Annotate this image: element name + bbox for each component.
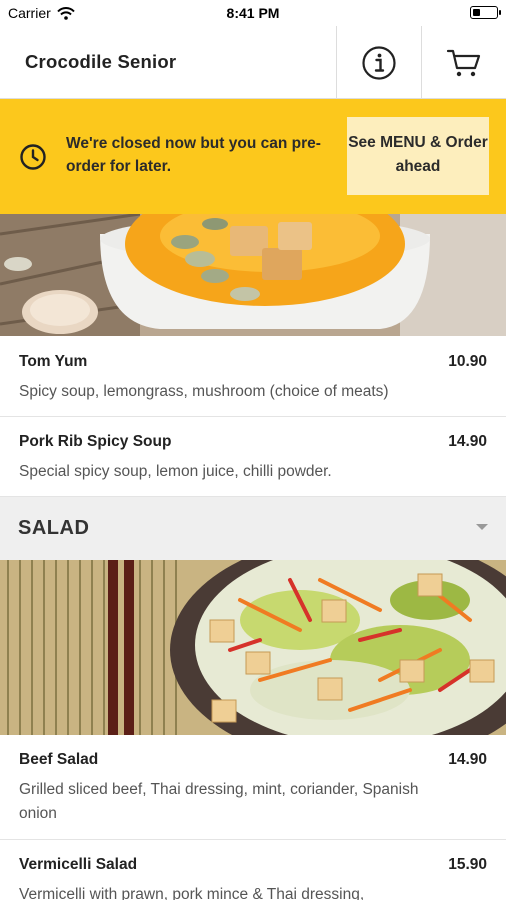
item-name: Pork Rib Spicy Soup	[19, 433, 172, 450]
info-button[interactable]	[336, 26, 420, 99]
soup-photo	[0, 214, 506, 336]
battery-level	[473, 9, 480, 16]
status-time: 8:41 PM	[226, 5, 280, 21]
soup-category-image	[0, 214, 506, 336]
cart-button[interactable]	[421, 26, 505, 99]
menu-item[interactable]: Pork Rib Spicy Soup 14.90 Special spicy …	[0, 417, 506, 497]
battery-icon	[470, 6, 501, 19]
item-name: Beef Salad	[19, 751, 99, 768]
status-bar: Carrier 8:41 PM	[0, 0, 506, 26]
closed-banner: We're closed now but you can pre-order f…	[0, 99, 506, 214]
item-price: 15.90	[448, 856, 487, 873]
menu-item[interactable]: Beef Salad 14.90 Grilled sliced beef, Th…	[0, 735, 506, 840]
section-header-salad[interactable]: SALAD	[0, 497, 506, 560]
clock-icon	[20, 144, 46, 170]
item-description: Vermicelli with prawn, pork mince & Thai…	[19, 886, 365, 900]
item-description: Grilled sliced beef, Thai dressing, mint…	[19, 781, 419, 822]
app-header: Crocodile Senior	[0, 26, 506, 99]
info-icon	[361, 45, 396, 80]
section-title: SALAD	[18, 517, 90, 539]
salad-photo	[0, 560, 506, 735]
item-price: 14.90	[448, 751, 487, 768]
chevron-down-icon	[476, 524, 488, 530]
item-price: 10.90	[448, 353, 487, 370]
restaurant-title: Crocodile Senior	[25, 51, 177, 72]
menu-item[interactable]: Vermicelli Salad 15.90 Vermicelli with p…	[0, 840, 506, 900]
item-name: Tom Yum	[19, 353, 88, 370]
item-description: Special spicy soup, lemon juice, chilli …	[19, 463, 332, 480]
salad-category-image	[0, 560, 506, 735]
cart-icon	[446, 49, 480, 76]
item-price: 14.90	[448, 433, 487, 450]
order-ahead-button[interactable]: See MENU & Order ahead	[347, 117, 489, 195]
item-description: Spicy soup, lemongrass, mushroom (choice…	[19, 383, 389, 400]
item-name: Vermicelli Salad	[19, 856, 138, 873]
closed-message: We're closed now but you can pre-order f…	[66, 135, 321, 175]
menu-item[interactable]: Tom Yum 10.90 Spicy soup, lemongrass, mu…	[0, 336, 506, 417]
